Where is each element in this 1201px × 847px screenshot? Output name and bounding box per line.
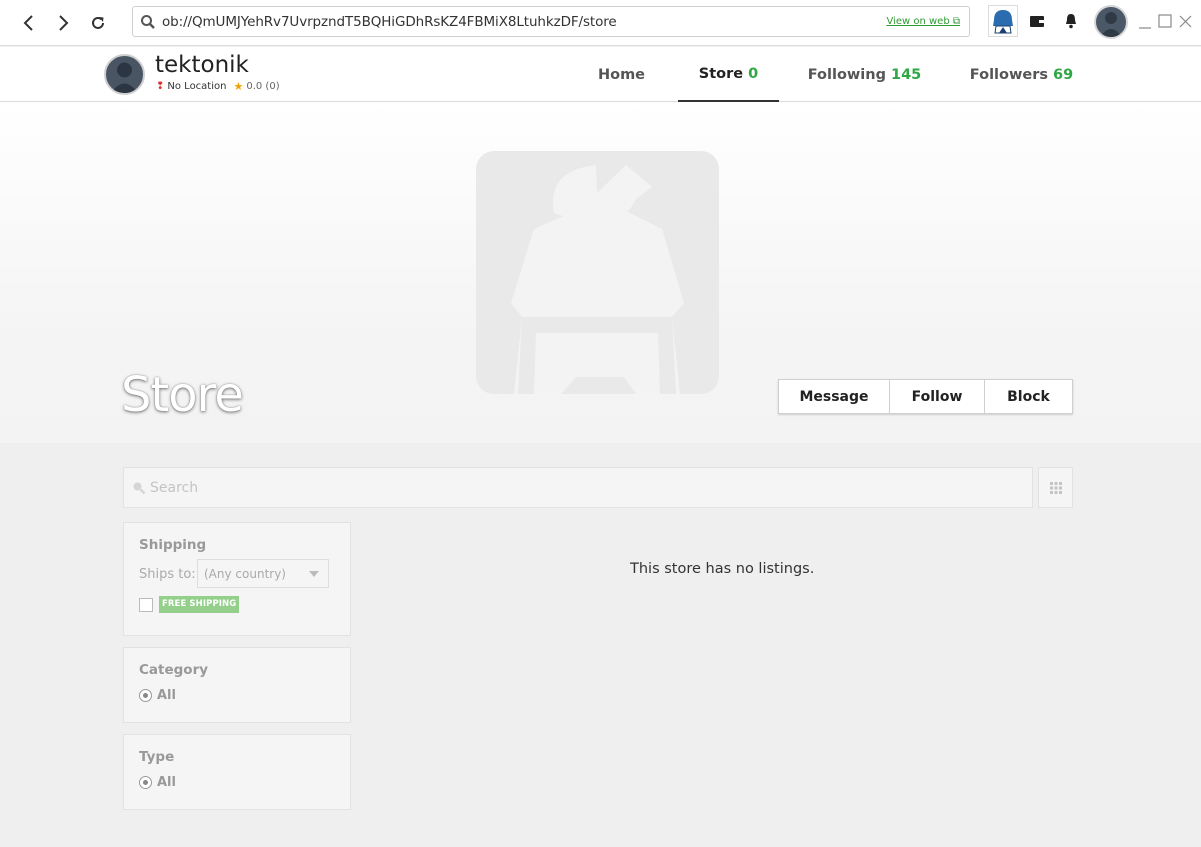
star-icon: ★ xyxy=(233,80,244,93)
search-icon xyxy=(141,15,155,29)
category-title: Category xyxy=(139,662,209,678)
tab-label: Store xyxy=(698,65,744,82)
type-option-all[interactable]: All xyxy=(139,775,176,790)
type-filter-panel: Type All xyxy=(123,734,351,810)
tab-label: Following xyxy=(807,66,886,83)
maximize-icon xyxy=(1158,14,1172,28)
profile-name[interactable]: tektonik xyxy=(155,52,249,78)
grid-view-button[interactable] xyxy=(1038,467,1073,508)
user-avatar-button[interactable] xyxy=(1094,5,1128,39)
avatar-icon xyxy=(111,62,138,93)
tab-following[interactable]: Following 145 xyxy=(802,47,927,102)
wallet-button[interactable] xyxy=(1028,12,1048,32)
profile-rating[interactable]: 0.0 (0) xyxy=(246,81,279,92)
ships-to-select[interactable]: (Any country) xyxy=(197,559,329,588)
ships-to-label: Ships to: xyxy=(139,567,196,582)
view-on-web-link[interactable]: View on web ⧉ xyxy=(886,16,960,27)
tab-label: Followers xyxy=(969,66,1048,83)
url-text[interactable]: ob://QmUMJYehRv7UvrpzndT5BQHiGDhRsKZ4FBM… xyxy=(162,14,617,30)
wallet-icon xyxy=(1030,16,1044,27)
external-link-icon: ⧉ xyxy=(952,16,960,27)
message-button[interactable]: Message xyxy=(779,380,890,413)
profile-location: No Location xyxy=(167,81,227,92)
view-on-web-label: View on web xyxy=(886,16,950,27)
tab-home[interactable]: Home xyxy=(588,47,655,102)
shipping-title: Shipping xyxy=(139,537,207,553)
chevron-left-icon xyxy=(23,15,33,31)
free-shipping-badge[interactable]: FREE SHIPPING xyxy=(159,596,240,613)
tab-store[interactable]: Store 0 xyxy=(678,47,779,102)
top-toolbar: ob://QmUMJYehRv7UvrpzndT5BQHiGDhRsKZ4FBM… xyxy=(0,0,1201,46)
ships-to-value: (Any country) xyxy=(204,567,286,581)
reload-button[interactable] xyxy=(85,10,111,36)
type-option-label: All xyxy=(157,775,176,790)
location-pin-icon: ❢ xyxy=(156,81,165,92)
avatar-icon xyxy=(1100,12,1122,37)
tab-count: 0 xyxy=(748,65,759,82)
back-button[interactable] xyxy=(16,10,42,36)
radio-selected-icon xyxy=(139,776,152,789)
type-title: Type xyxy=(139,749,175,765)
bell-icon xyxy=(1066,14,1076,29)
tab-count: 69 xyxy=(1053,66,1074,83)
category-option-label: All xyxy=(157,688,176,703)
minimize-icon xyxy=(1139,27,1151,29)
address-bar[interactable]: ob://QmUMJYehRv7UvrpzndT5BQHiGDhRsKZ4FBM… xyxy=(132,6,970,37)
tab-followers[interactable]: Followers 69 xyxy=(965,47,1078,102)
block-button[interactable]: Block xyxy=(985,380,1072,413)
page-title: Store xyxy=(121,367,244,423)
free-shipping-checkbox[interactable] xyxy=(139,598,153,612)
search-icon xyxy=(133,482,146,495)
avatar[interactable] xyxy=(104,54,145,95)
close-button[interactable] xyxy=(1177,12,1195,32)
shipping-filter-panel: Shipping Ships to: (Any country) FREE SH… xyxy=(123,522,351,636)
empty-store-message: This store has no listings. xyxy=(630,561,815,577)
forward-button[interactable] xyxy=(50,10,76,36)
profile-meta: ❢ No Location ★ 0.0 (0) xyxy=(156,80,280,93)
search-input[interactable] xyxy=(150,468,1020,507)
radio-selected-icon xyxy=(139,689,152,702)
category-option-all[interactable]: All xyxy=(139,688,176,703)
chevron-right-icon xyxy=(59,15,69,31)
category-filter-panel: Category All xyxy=(123,647,351,723)
grid-icon xyxy=(1049,481,1062,494)
maximize-button[interactable] xyxy=(1157,12,1175,32)
notifications-button[interactable] xyxy=(1062,12,1082,32)
close-icon xyxy=(1179,15,1192,28)
tab-label: Home xyxy=(597,66,646,83)
profile-actions: Message Follow Block xyxy=(778,379,1073,414)
store-banner: Store Message Follow Block xyxy=(0,102,1201,443)
tab-count: 145 xyxy=(890,66,922,83)
chevron-down-icon xyxy=(309,571,319,577)
follow-button[interactable]: Follow xyxy=(890,380,985,413)
store-placeholder-logo-icon xyxy=(476,151,719,394)
minimize-button[interactable] xyxy=(1137,12,1155,32)
openbazaar-status-icon[interactable] xyxy=(988,5,1018,37)
profile-header: tektonik ❢ No Location ★ 0.0 (0) Home St… xyxy=(0,47,1201,102)
store-logo-icon xyxy=(993,10,1013,34)
store-search xyxy=(123,467,1033,508)
reload-icon xyxy=(92,16,104,29)
